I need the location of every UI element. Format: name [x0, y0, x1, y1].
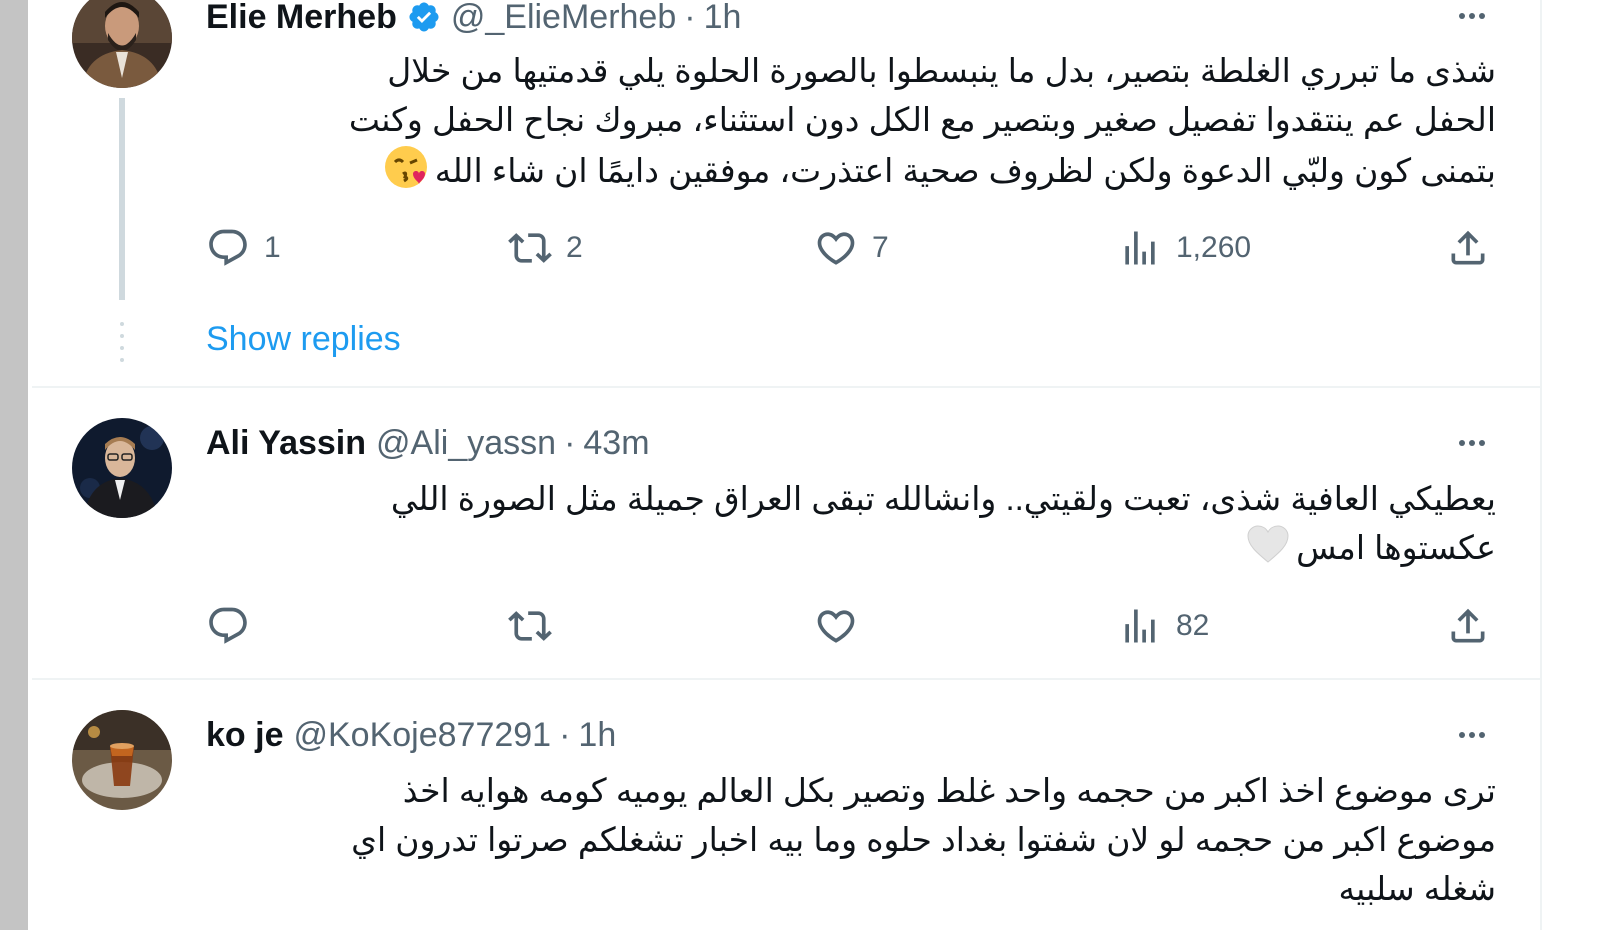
like-icon	[817, 232, 855, 265]
repost-count: 2	[566, 231, 583, 264]
separator: ·	[564, 423, 576, 462]
like-icon	[817, 610, 855, 643]
like-button[interactable]: 7	[814, 226, 889, 270]
share-button[interactable]	[1446, 604, 1490, 648]
views-count: 1,260	[1176, 231, 1252, 264]
like-count: 7	[872, 231, 889, 264]
more-icon[interactable]	[1452, 720, 1492, 750]
share-button[interactable]	[1446, 226, 1490, 270]
reply-icon	[209, 607, 247, 644]
reply-button[interactable]	[206, 604, 264, 648]
repost-icon	[508, 233, 552, 263]
tweet-ko-je[interactable]: ko je @KoKoje877291 · 1h ترى موضوع اخذ ا…	[32, 680, 1540, 930]
tweet-header: Ali Yassin @Ali_yassn · 43m	[206, 423, 650, 463]
display-name[interactable]: ko je	[206, 716, 283, 755]
views-icon	[1125, 231, 1155, 265]
handle[interactable]: @KoKoje877291	[293, 716, 551, 755]
share-icon	[1451, 230, 1485, 265]
action-bar: 82	[206, 604, 1496, 648]
tweet-text-line: شذى ما تبرري الغلطة بتصير، بدل ما ينبسطو…	[387, 52, 1496, 89]
reply-button[interactable]: 1	[206, 226, 281, 270]
tweet-text-line: يعطيكي العافية شذى، تعبت ولقيتي.. وانشال…	[390, 480, 1496, 517]
tweet-text-line: عكستوها امس	[1296, 529, 1496, 566]
tweet-elie-merheb[interactable]: Elie Merheb @_ElieMerheb · 1h شذى ما تبر…	[32, 0, 1540, 386]
thread-line	[119, 98, 125, 300]
verified-badge-icon	[407, 0, 441, 34]
handle[interactable]: @Ali_yassn	[376, 424, 556, 463]
handle[interactable]: @_ElieMerheb	[451, 0, 676, 37]
separator: ·	[559, 715, 571, 754]
timestamp[interactable]: 1h	[704, 0, 742, 37]
window-edge	[0, 0, 28, 930]
tweet-text-line: بتمنى كون ولبّي الدعوة ولكن لظروف صحية ا…	[434, 152, 1496, 190]
reply-count: 1	[264, 231, 281, 264]
separator: ·	[684, 0, 696, 36]
display-name[interactable]: Elie Merheb	[206, 0, 397, 37]
tweet-text: ترى موضوع اخذ اكبر من حجمه واحد غلط وتصي…	[206, 766, 1496, 913]
display-name[interactable]: Ali Yassin	[206, 424, 366, 463]
timestamp[interactable]: 1h	[578, 716, 616, 755]
action-bar: 1 2 7 1,260	[206, 226, 1496, 270]
show-replies-link[interactable]: Show replies	[206, 320, 401, 359]
tweet-text-line-last: عكستوها امس	[206, 523, 1496, 577]
reply-icon	[209, 229, 247, 266]
tweet-header: ko je @KoKoje877291 · 1h	[206, 715, 616, 755]
face-blowing-kiss-icon	[383, 144, 429, 203]
avatar[interactable]	[72, 0, 172, 88]
tweet-text-line-last: بتمنى كون ولبّي الدعوة ولكن لظروف صحية ا…	[206, 144, 1496, 203]
tweet-ali-yassin[interactable]: Ali Yassin @Ali_yassn · 43m يعطيكي العاف…	[32, 388, 1540, 678]
repost-button[interactable]: 2	[508, 226, 583, 270]
replies-column: Elie Merheb @_ElieMerheb · 1h شذى ما تبر…	[32, 0, 1542, 930]
repost-button[interactable]	[508, 604, 566, 648]
white-heart-icon	[1246, 524, 1290, 577]
views-count: 82	[1176, 609, 1210, 642]
tweet-text: شذى ما تبرري الغلطة بتصير، بدل ما ينبسطو…	[206, 46, 1496, 203]
tweet-text-line: شغله سلبيه	[1338, 870, 1496, 907]
tweet-text-line: الحفل عم ينتقدوا تفصيل صغير وبتصير مع ال…	[348, 101, 1496, 138]
views-button[interactable]: 1,260	[1118, 226, 1251, 270]
timestamp[interactable]: 43m	[583, 424, 649, 463]
more-icon[interactable]	[1452, 428, 1492, 458]
share-icon	[1451, 608, 1485, 643]
views-button[interactable]: 82	[1118, 604, 1209, 648]
tweet-text: يعطيكي العافية شذى، تعبت ولقيتي.. وانشال…	[206, 474, 1496, 577]
thread-continuation-dots	[120, 322, 124, 370]
tweet-text-line: موضوع اكبر من حجمه لو لان شفتوا بغداد حل…	[351, 821, 1496, 858]
avatar[interactable]	[72, 418, 172, 518]
tweet-header: Elie Merheb @_ElieMerheb · 1h	[206, 0, 741, 37]
like-button[interactable]	[814, 604, 872, 648]
repost-icon	[508, 611, 552, 641]
tweet-text-line: ترى موضوع اخذ اكبر من حجمه واحد غلط وتصي…	[402, 772, 1496, 809]
more-icon[interactable]	[1452, 1, 1492, 31]
views-icon	[1125, 609, 1155, 643]
avatar[interactable]	[72, 710, 172, 810]
